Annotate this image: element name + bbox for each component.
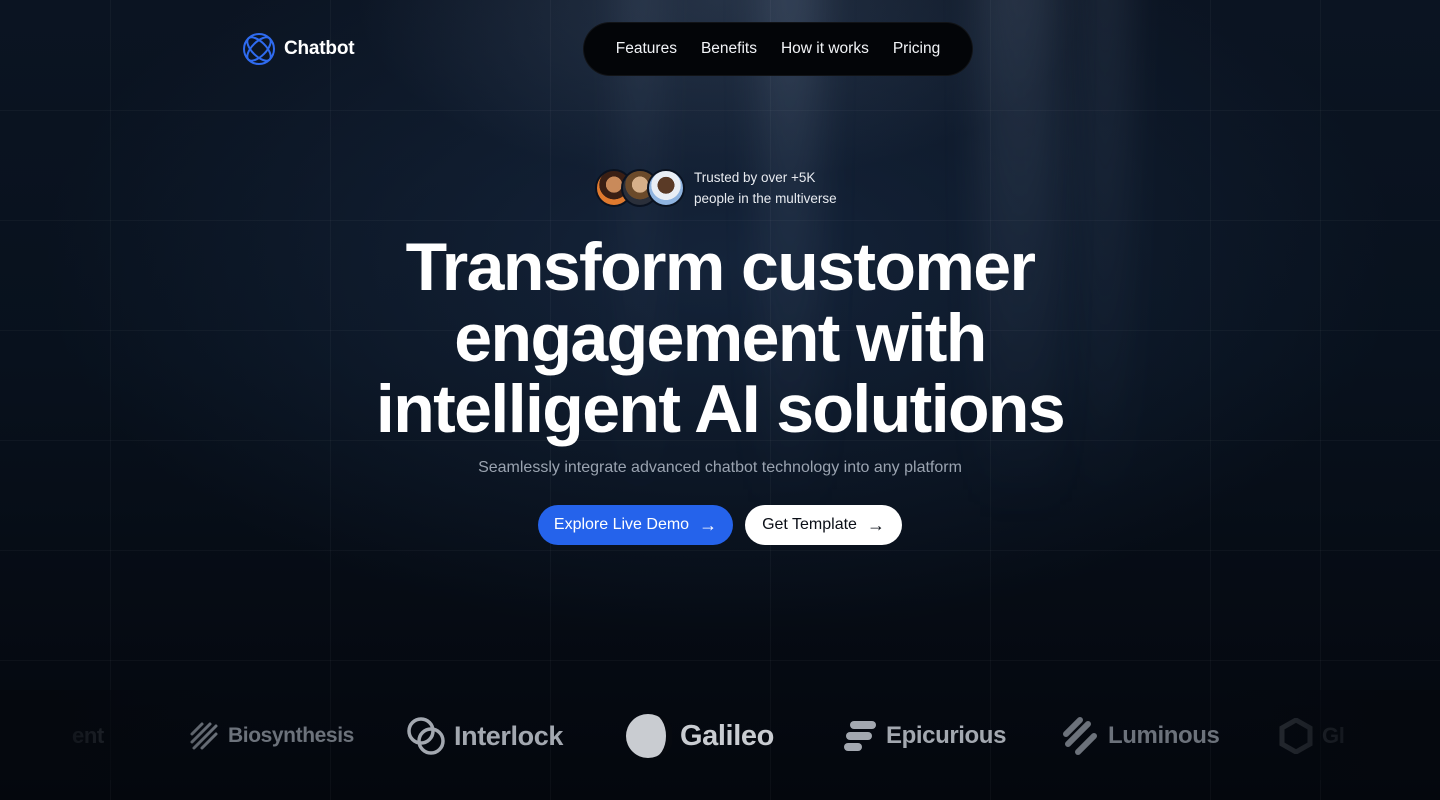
partner-logo-epicurious: Epicurious	[842, 706, 1006, 766]
explore-live-demo-label: Explore Live Demo	[553, 516, 690, 533]
main-nav: Features Benefits How it works Pricing	[583, 22, 973, 76]
epicurious-icon	[844, 721, 876, 751]
biosynthesis-name: Biosynthesis	[228, 724, 354, 747]
grid-line	[0, 660, 1440, 661]
headline-line-3: intelligent AI solutions	[375, 371, 1066, 447]
epicurious-name: Epicurious	[886, 722, 1007, 749]
avatar-group	[595, 168, 687, 208]
logos-fade-left	[0, 690, 220, 780]
logo-text: Chatbot	[284, 38, 355, 59]
nav-benefits[interactable]: Benefits	[701, 40, 757, 58]
arrow-right-icon: →	[699, 515, 718, 535]
partner-logo-luminous: Luminous	[1060, 706, 1220, 766]
hero-subheadline: Seamlessly integrate advanced chatbot te…	[478, 459, 962, 476]
luminous-icon	[1063, 717, 1097, 755]
galileo-icon	[626, 714, 672, 758]
nav-how-it-works[interactable]: How it works	[781, 40, 869, 58]
landing-page: Chatbot Features Benefits How it works P…	[0, 0, 1440, 800]
nav-pricing[interactable]: Pricing	[893, 40, 940, 58]
brand-logo[interactable]: Chatbot	[242, 32, 355, 66]
chatbot-logo-icon	[243, 33, 275, 65]
nav-features[interactable]: Features	[616, 40, 677, 58]
interlock-name: Interlock	[454, 720, 563, 751]
explore-live-demo-button[interactable]: Explore Live Demo →	[538, 505, 733, 545]
logos-fade-right	[1220, 690, 1440, 780]
headline-line-2: engagement with	[454, 300, 987, 376]
hero-headline: Transform customer engagement with intel…	[0, 232, 1440, 445]
galileo-name: Galileo	[680, 719, 774, 752]
luminous-name: Luminous	[1108, 722, 1220, 749]
partner-logo-interlock: Interlock	[406, 706, 563, 766]
grid-line	[0, 110, 1440, 111]
arrow-right-icon: →	[866, 515, 885, 535]
trust-text: Trusted by over +5K people in the multiv…	[694, 167, 837, 209]
grid-line	[0, 220, 1440, 221]
avatar	[647, 169, 685, 207]
headline-line-1: Transform customer	[405, 229, 1036, 305]
partner-logo-galileo: Galileo	[624, 706, 774, 766]
interlock-icon	[407, 717, 445, 755]
trust-line-2: people in the multiverse	[694, 191, 837, 206]
get-template-button[interactable]: Get Template →	[745, 505, 902, 545]
get-template-label: Get Template	[762, 516, 857, 533]
trust-badge: Trusted by over +5K people in the multiv…	[595, 167, 837, 209]
grid-line	[0, 550, 1440, 551]
trust-line-1: Trusted by over +5K	[694, 170, 816, 185]
